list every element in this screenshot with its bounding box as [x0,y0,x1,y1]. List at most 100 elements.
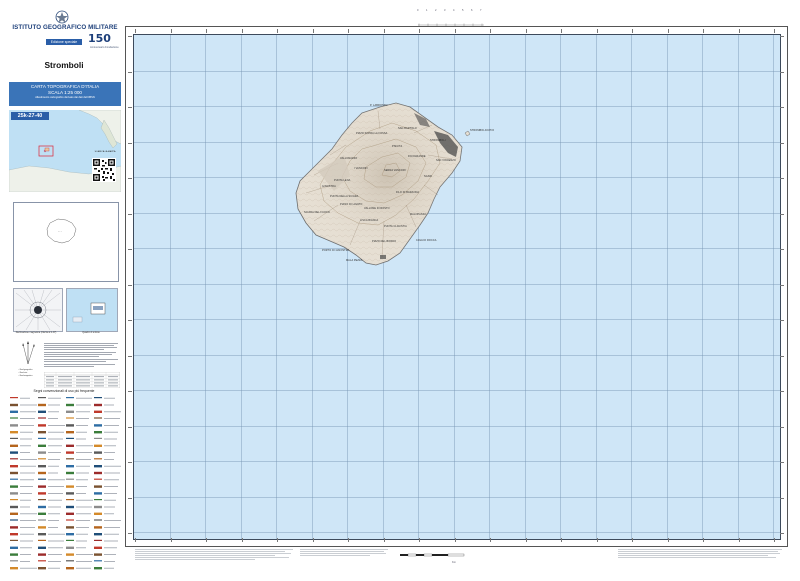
legend-symbol [38,533,46,536]
place-label: STROMBOLI [430,139,446,142]
legend-symbol-text [48,459,60,460]
legend-symbol-text [104,520,121,521]
legend-symbol-text [104,465,121,467]
frame-tick-right [780,533,784,534]
legend-symbol-text [48,479,65,481]
legend-symbol-text [76,540,87,542]
legend-symbol-text [48,472,58,474]
org-header: ISTITUTO GEOGRAFICO MILITARE Edizione sp… [10,10,120,50]
legend-symbol-text [104,513,114,515]
legend-symbol-text [104,404,114,406]
legend-symbol [38,485,46,488]
qr-caption: SCARICA LA MAPPA [94,151,116,153]
legend-symbol [66,403,74,407]
legend-symbol-text [48,513,60,515]
place-label: PISCITA [392,145,403,148]
legend-symbol-text [48,520,59,521]
place-label: SAN VINCENZO [436,159,456,162]
legend-symbol-text [104,438,117,440]
place-label: SAN BARTOLO [398,127,417,130]
legend-symbol-text [104,540,118,542]
frame-tick-top [383,29,385,33]
place-label: PIZZO DEL BORDO [372,240,397,243]
legend-symbol [94,471,102,475]
legend-symbol-text [76,513,91,515]
frame-tick-bottom [738,538,740,542]
frame-tick-right [780,249,784,250]
legend-symbol [94,512,102,515]
frame-tick-bottom [348,538,349,542]
legend-symbol [38,567,46,570]
legend-symbol [38,403,46,407]
legend-symbol [38,417,46,419]
legend-symbol [10,458,18,460]
legend-symbol-text [20,506,30,508]
frame-tick-right [780,462,784,463]
legend-symbol-text [20,445,31,447]
notes-text-block [44,342,120,370]
legend-symbol [94,465,102,468]
legend-symbol [38,553,46,556]
legend-symbol-text [76,499,93,501]
legend-symbol-text [104,418,120,419]
legend-symbol-text [76,438,86,440]
frame-tick-right [780,391,784,392]
frame-tick-top [170,29,172,33]
conventional-signs-graphic [10,397,121,570]
ruler-tick-label: 3 [444,9,446,12]
legend-symbol [38,471,46,475]
legend-symbol [10,444,18,447]
legend-symbol [66,553,74,556]
legend-symbol [66,431,74,434]
ruler-tick-label: 5 [462,9,464,12]
legend-symbol-text [20,567,37,569]
frame-tick-top [241,29,243,33]
legend-symbol [66,471,74,475]
bottom-left-notes-lines [135,549,293,560]
legend-symbol [38,431,46,434]
frame-tick-right [780,213,784,215]
legend-symbol [38,397,46,399]
legend-symbol-text [48,445,62,447]
legend-symbol-text [104,561,115,562]
legend-symbol-text [104,506,115,508]
legend-symbol [10,526,18,529]
frame-tick-top [525,29,527,33]
legend-symbol-text [48,567,60,569]
legend-panel: ISTITUTO GEOGRAFICO MILITARE Edizione sp… [6,8,122,574]
legend-symbol-text [104,445,116,447]
legend-symbol-text [76,445,93,447]
frame-tick-left [128,533,132,534]
svg-text:─ Nord geografico: ─ Nord geografico [17,369,33,371]
place-label: PIZZO SOPRA LA FOSSA [356,132,388,135]
legend-symbol-text [20,404,37,406]
legend-symbol-text [48,452,61,453]
scale-bar-graphic [400,553,465,557]
legend-symbol-text [20,431,33,433]
graphic-scale-bar [398,550,468,562]
frame-tick-top [703,29,704,33]
legend-symbol [66,560,74,562]
legend-symbol [94,533,102,536]
frame-tick-left [128,497,132,499]
map-area[interactable]: P. LABRONZO PIZZO SOPRA LA FOSSA SAN BARTO… [133,34,781,540]
legend-symbol [66,485,74,488]
legend-symbol [66,499,74,501]
place-label: PUNTA CLAVISTIA [384,225,407,228]
legend-symbol [10,539,18,541]
frame-tick-left [128,462,132,463]
legend-symbol [66,424,74,427]
legend-symbol [38,410,46,413]
legend-symbol-text [20,465,36,467]
legend-symbol [66,417,74,419]
frame-tick-left [128,249,132,250]
legend-symbol [94,567,102,570]
legend-symbol [66,492,74,495]
legend-symbol-text [20,459,37,460]
legend-symbol [38,526,46,529]
qr-code-icon[interactable] [92,158,116,182]
legend-symbol [94,553,102,556]
declination-caption: Declinazione magnetica (riferita al 1-07… [15,332,57,334]
legend-symbol [10,437,18,439]
legend-symbol-text [20,527,35,528]
